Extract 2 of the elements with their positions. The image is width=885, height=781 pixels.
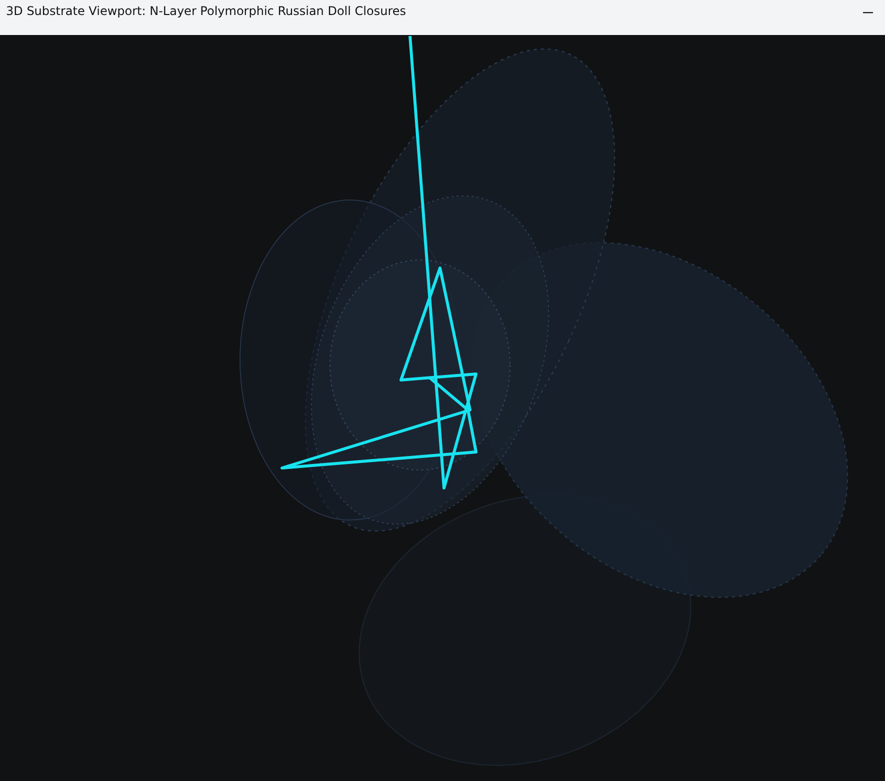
window-title: 3D Substrate Viewport: N-Layer Polymorphic Russian Doll Closures: [6, 4, 406, 19]
minimize-icon[interactable]: [863, 12, 873, 14]
